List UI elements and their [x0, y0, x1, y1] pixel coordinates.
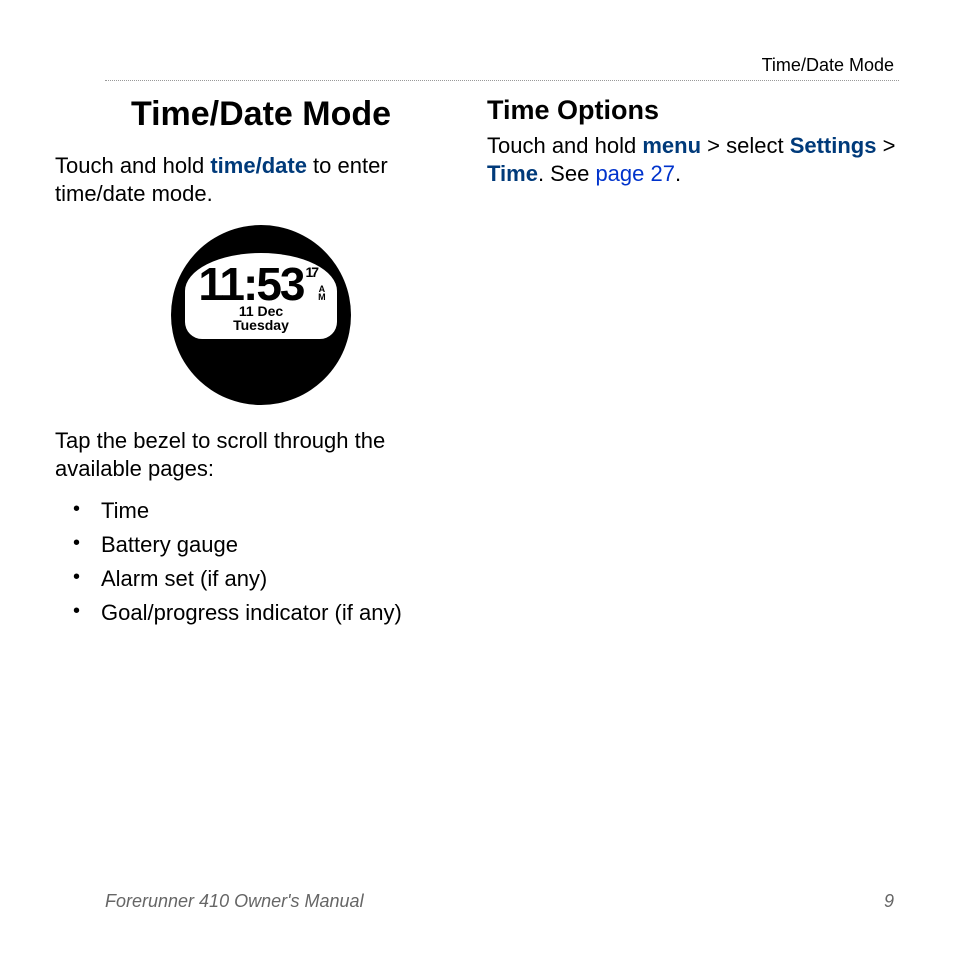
left-column: Time/Date Mode Touch and hold time/date … — [55, 95, 467, 630]
menu-action: menu — [642, 133, 701, 158]
list-item: Battery gauge — [73, 528, 467, 562]
running-header: Time/Date Mode — [762, 55, 894, 76]
content-columns: Time/Date Mode Touch and hold time/date … — [55, 95, 899, 630]
time-action: Time — [487, 161, 538, 186]
watch-face: 11:5317AM 11 Dec Tuesday — [171, 225, 351, 405]
watch-date-line2: Tuesday — [233, 317, 289, 333]
watch-seconds: 17 — [306, 265, 318, 279]
intro-pre: Touch and hold — [55, 153, 210, 178]
p1-post1: . See — [538, 161, 595, 186]
p1-mid1: > select — [701, 133, 790, 158]
section-title: Time Options — [487, 95, 899, 126]
p1-post2: . — [675, 161, 681, 186]
tap-instruction: Tap the bezel to scroll through the avai… — [55, 427, 467, 482]
right-column: Time Options Touch and hold menu > selec… — [487, 95, 899, 630]
intro-action-bold: time/date — [210, 153, 307, 178]
list-item: Goal/progress indicator (if any) — [73, 596, 467, 630]
footer-manual-name: Forerunner 410 Owner's Manual — [105, 891, 364, 912]
watch-screen: 11:5317AM 11 Dec Tuesday — [185, 253, 337, 339]
ampm-m: M — [318, 292, 324, 302]
time-options-paragraph: Touch and hold menu > select Settings > … — [487, 132, 899, 187]
page-link[interactable]: page 27 — [595, 161, 675, 186]
pages-list: Time Battery gauge Alarm set (if any) Go… — [55, 494, 467, 630]
settings-action: Settings — [790, 133, 877, 158]
watch-date-line1: 11 Dec — [239, 303, 283, 319]
header-divider — [105, 80, 899, 81]
p1-pre: Touch and hold — [487, 133, 642, 158]
intro-paragraph: Touch and hold time/date to enter time/d… — [55, 152, 467, 207]
watch-ampm: AM — [318, 285, 324, 301]
watch-time-row: 11:5317AM — [185, 261, 337, 307]
page-title: Time/Date Mode — [55, 95, 467, 134]
p1-mid2: > — [876, 133, 895, 158]
watch-illustration: 11:5317AM 11 Dec Tuesday — [55, 225, 467, 405]
watch-date-block: 11 Dec Tuesday — [185, 304, 337, 333]
list-item: Time — [73, 494, 467, 528]
list-item: Alarm set (if any) — [73, 562, 467, 596]
footer-page-number: 9 — [884, 891, 894, 912]
page-footer: Forerunner 410 Owner's Manual 9 — [105, 891, 894, 912]
